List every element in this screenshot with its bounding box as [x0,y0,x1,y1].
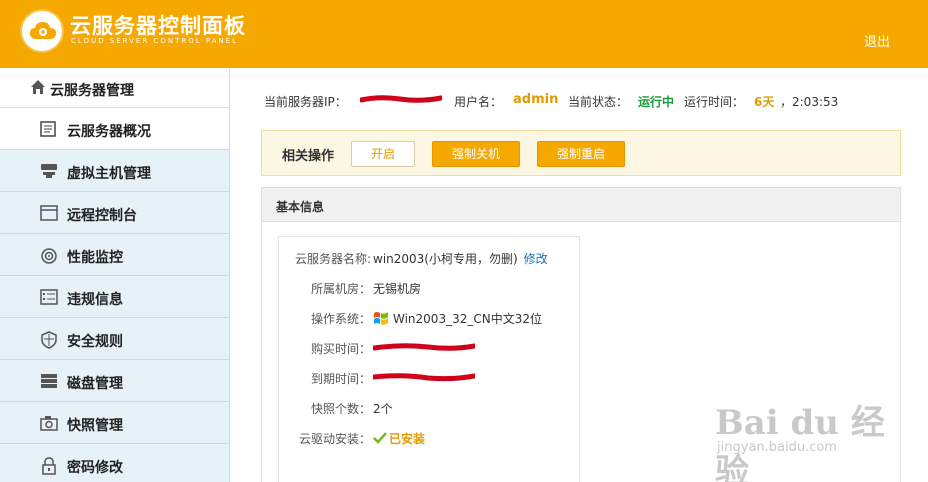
logo [20,9,64,53]
home-icon [30,79,46,98]
uptime-time: ，2:03:53 [780,95,839,109]
info-row-name: 云服务器名称: win2003(小柯专用，勿删) 修改 [279,250,579,268]
operations-bar: 相关操作 开启 强制关机 强制重启 [261,130,901,176]
watermark-logo: Bai du 经验 [715,403,885,482]
buy-time-redaction-mark [373,343,475,351]
driver-installed-status: 已安装 [389,432,426,446]
info-row-os: 操作系统： Win2003_32_CN中文32位 [279,310,579,328]
room-value: 无锡机房 [373,282,422,296]
windows-icon [374,312,388,325]
overview-icon [40,121,58,137]
watermark-url: jingyan.baidu.com [717,440,837,455]
state-label: 当前状态： [568,95,629,109]
sidebar-item-label: 虚拟主机管理 [67,166,151,182]
sidebar-section-header[interactable]: 云服务器管理 [0,68,229,108]
sidebar-item-label: 快照管理 [67,418,123,434]
server-icon [40,163,58,179]
disk-icon [40,373,58,389]
info-row-buy-time: 购买时间： [279,340,579,358]
uptime-days: 6天 [754,95,775,109]
sidebar-item-password[interactable]: 密码修改 [0,444,229,482]
force-reboot-button[interactable]: 强制重启 [537,141,625,167]
sidebar-item-label: 性能监控 [67,250,123,266]
os-label: 操作系统： [310,312,371,326]
snapshot-count-label: 快照个数： [310,402,371,416]
operations-label: 相关操作 [282,149,335,164]
server-info-card: 云服务器名称: win2003(小柯专用，勿删) 修改 所属机房： 无锡机房 操作… [278,236,580,482]
camera-icon [40,415,58,431]
sidebar-item-monitor[interactable]: 性能监控 [0,234,229,276]
driver-value-wrap: 已安装 [373,430,425,447]
os-value-wrap: Win2003_32_CN中文32位 [373,310,542,327]
username-label: 用户名： [454,95,503,109]
info-row-snapshots: 快照个数： 2个 [279,400,579,418]
info-row-expire-time: 到期时间： [279,370,579,388]
username-value: admin [513,92,559,107]
driver-label: 云驱动安装： [298,432,371,446]
monitor-icon [40,247,58,264]
state-value: 运行中 [638,95,675,109]
snapshot-count-value: 2个 [373,402,393,416]
room-label: 所属机房： [310,282,371,296]
sidebar-item-label: 密码修改 [67,460,123,476]
sidebar: 云服务器管理 云服务器概况 虚拟主机管理 远程控制台 性能监控 违规信息 安全规… [0,68,230,482]
sidebar-item-vhost[interactable]: 虚拟主机管理 [0,150,229,192]
expire-time-redaction-mark [373,373,475,382]
shield-icon [40,331,58,349]
sidebar-item-label: 磁盘管理 [67,376,123,392]
info-row-room: 所属机房： 无锡机房 [279,280,579,298]
sidebar-item-disk[interactable]: 磁盘管理 [0,360,229,402]
ip-redaction-mark [360,95,442,103]
sidebar-item-console[interactable]: 远程控制台 [0,192,229,234]
sidebar-item-label: 违规信息 [67,292,123,308]
name-value: win2003(小柯专用，勿删) [373,252,518,266]
start-button[interactable]: 开启 [351,141,415,167]
header-bar: 云服务器控制面板 CLOUD SERVER CONTROL PANEL 退出 [0,0,928,68]
console-icon [40,205,58,221]
sidebar-item-label: 云服务器概况 [67,124,151,140]
app-title: 云服务器控制面板 [70,14,246,38]
list-icon [40,289,58,305]
basic-info-title: 基本信息 [262,188,900,222]
expire-time-label: 到期时间： [310,372,371,386]
sidebar-section-title: 云服务器管理 [50,83,134,99]
sidebar-item-security[interactable]: 安全规则 [0,318,229,360]
buy-time-label: 购买时间： [310,342,371,356]
app-subtitle: CLOUD SERVER CONTROL PANEL [71,37,238,45]
os-value: Win2003_32_CN中文32位 [393,312,542,326]
sidebar-item-label: 安全规则 [67,334,123,350]
sidebar-item-label: 远程控制台 [67,208,137,224]
sidebar-item-overview[interactable]: 云服务器概况 [0,108,229,150]
ip-label: 当前服务器IP： [264,95,347,109]
force-shutdown-button[interactable]: 强制关机 [432,141,520,167]
name-value-wrap: win2003(小柯专用，勿删) 修改 [373,250,548,267]
check-icon [373,432,387,444]
edit-name-link[interactable]: 修改 [524,252,548,266]
lock-icon [40,457,58,475]
sidebar-item-violation[interactable]: 违规信息 [0,276,229,318]
logout-link[interactable]: 退出 [864,31,890,50]
name-label: 云服务器名称: [294,252,371,266]
uptime-label: 运行时间： [684,95,745,109]
info-row-driver: 云驱动安装： 已安装 [279,430,579,448]
cloud-gear-icon [30,22,56,39]
baidu-watermark: Bai du 经验 jingyan.baidu.com [715,395,905,482]
sidebar-item-snapshot[interactable]: 快照管理 [0,402,229,444]
